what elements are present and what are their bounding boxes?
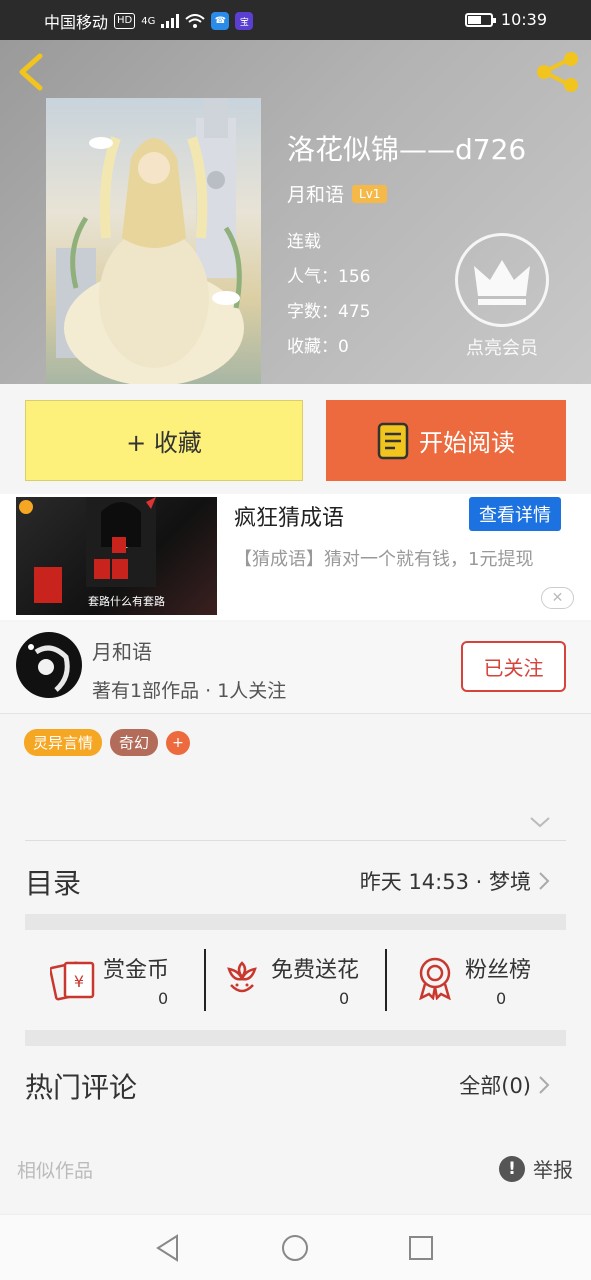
free-flower-stat[interactable]: 免费送花 0: [221, 932, 381, 1030]
divider: [25, 840, 566, 841]
fan-rank-label: 粉丝榜: [465, 958, 532, 983]
svg-text:¥: ¥: [74, 972, 84, 991]
tag-supernatural-romance[interactable]: 灵异言情: [24, 729, 103, 756]
chevron-down-icon[interactable]: [528, 814, 552, 830]
status-left: 中国移动 HD 4G ☎ 宝: [44, 9, 254, 33]
book-author-row[interactable]: 月和语 Lv1: [287, 180, 388, 207]
share-icon[interactable]: [534, 50, 582, 94]
stat-divider-2: [385, 949, 387, 1011]
status-bar: 中国移动 HD 4G ☎ 宝 10:39: [0, 0, 591, 40]
tag-list: 灵异言情 奇幻 +: [24, 729, 191, 756]
all-comments-text: 全部(0): [459, 1074, 531, 1098]
crown-icon: [474, 260, 530, 305]
avatar-image: [28, 644, 70, 692]
nav-back-icon[interactable]: [153, 1233, 183, 1263]
favorites-label: 收藏: [287, 337, 321, 357]
battery-icon: [464, 12, 496, 27]
interaction-stats: ¥ 赏金币 0 免费送花 0 粉丝榜 0: [25, 932, 566, 1030]
nav-recents-icon[interactable]: [406, 1233, 436, 1263]
network-label: 4G: [141, 15, 156, 27]
status-right: 10:39: [464, 10, 547, 29]
medal-icon: [419, 957, 451, 1000]
chevron-right-icon: [539, 872, 550, 890]
popularity-row: 人气：156: [287, 267, 371, 287]
toc-latest-chapter[interactable]: 昨天 14:53 · 梦境: [360, 866, 551, 896]
free-flower-label: 免费送花: [271, 958, 360, 983]
chevron-right-icon: [539, 1076, 550, 1094]
toc-latest-text: 昨天 14:53 · 梦境: [359, 870, 531, 894]
exclamation-icon: !: [499, 1155, 525, 1182]
reward-coin-value: 0: [158, 989, 169, 1008]
ad-description: 【猜成语】猜对一个就有钱，1元提现: [234, 549, 534, 570]
favorites-value: 0: [338, 337, 349, 357]
app-notification-icon-2: 宝: [235, 12, 254, 30]
system-nav-bar: [0, 1214, 591, 1280]
similar-works-label: 相似作品: [17, 1160, 94, 1182]
all-comments-link[interactable]: 全部(0): [459, 1070, 551, 1100]
book-cover[interactable]: [46, 98, 261, 384]
ad-title[interactable]: 疯狂猜成语: [234, 500, 344, 532]
report-button[interactable]: ! 举报: [499, 1154, 573, 1183]
start-reading-button[interactable]: 开始阅读: [326, 400, 566, 481]
author-stats: 著有1部作品 · 1人关注: [92, 680, 287, 702]
book-icon: [377, 422, 409, 459]
wifi-icon: [185, 13, 206, 28]
fan-rank-value: 0: [496, 989, 507, 1008]
report-label: 举报: [533, 1158, 573, 1182]
words-label: 字数: [287, 302, 321, 322]
tag-fantasy[interactable]: 奇幻: [110, 729, 159, 756]
start-reading-label: 开始阅读: [419, 429, 515, 457]
book-header: 洛花似锦——d726 月和语 Lv1 连载 人气：156 字数：475 收藏：0…: [0, 40, 591, 384]
flower-icon: [227, 961, 257, 993]
stat-divider: [204, 949, 206, 1011]
add-tag-button[interactable]: +: [166, 730, 191, 755]
book-author[interactable]: 月和语: [287, 180, 344, 207]
level-badge: Lv1: [352, 184, 388, 203]
popularity-label: 人气: [287, 267, 321, 287]
words-row: 字数：475: [287, 302, 371, 322]
nav-home-icon[interactable]: [280, 1233, 310, 1263]
reward-coin-stat[interactable]: ¥ 赏金币 0: [50, 932, 210, 1030]
ad-thumbnail-caption: 套路什么有套路: [88, 595, 165, 608]
ad-close-icon[interactable]: ✕: [541, 587, 574, 609]
ad-thumbnail[interactable]: 套路什么有套路: [16, 497, 217, 615]
coin-envelope-icon: ¥: [50, 961, 95, 1001]
vip-label[interactable]: 点亮会员: [440, 334, 564, 360]
author-card[interactable]: 月和语 著有1部作品 · 1人关注 已关注: [0, 622, 591, 714]
ad-detail-button[interactable]: 查看详情: [469, 497, 561, 531]
reward-coin-label: 赏金币: [103, 958, 170, 983]
hd-badge: HD: [114, 13, 136, 29]
app-notification-icon: ☎: [211, 12, 230, 30]
back-icon[interactable]: [14, 52, 50, 92]
book-title: 洛花似锦——d726: [287, 133, 527, 166]
vip-crown-button[interactable]: [455, 233, 549, 327]
carrier-label: 中国移动: [44, 13, 109, 32]
book-status: 连载: [287, 232, 321, 252]
words-value: 475: [338, 302, 371, 322]
clock: 10:39: [500, 10, 547, 29]
section-band: [25, 914, 566, 930]
popularity-value: 156: [338, 267, 371, 287]
collect-button[interactable]: + 收藏: [25, 400, 303, 481]
author-name[interactable]: 月和语: [92, 636, 152, 665]
cover-illustration: [56, 98, 244, 384]
toc-label[interactable]: 目录: [25, 862, 81, 902]
signal-icon: [161, 14, 180, 28]
section-band-2: [25, 1030, 566, 1046]
follow-button[interactable]: 已关注: [461, 641, 566, 692]
favorites-row: 收藏：0: [287, 337, 349, 357]
fan-rank-stat[interactable]: 粉丝榜 0: [415, 932, 565, 1030]
ad-banner[interactable]: 套路什么有套路 疯狂猜成语 查看详情 【猜成语】猜对一个就有钱，1元提现 ✕: [0, 494, 591, 620]
free-flower-value: 0: [339, 989, 350, 1008]
avatar[interactable]: [16, 632, 82, 698]
hot-comments-label: 热门评论: [25, 1071, 138, 1104]
